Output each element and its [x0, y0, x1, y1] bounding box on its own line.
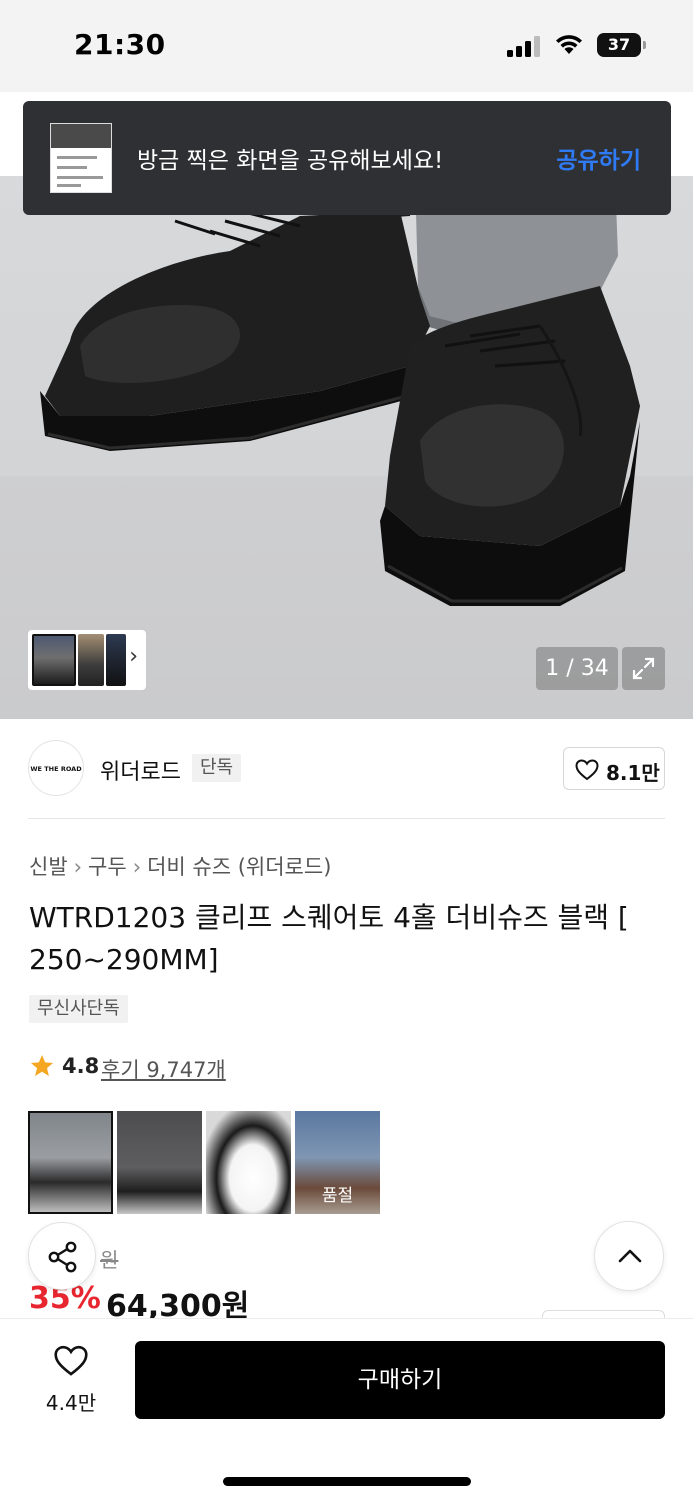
wifi-icon [556, 35, 582, 54]
gallery-thumbnail-strip[interactable]: › [28, 630, 146, 690]
heart-icon [575, 759, 599, 781]
wishlist-count: 4.4만 [45, 1391, 97, 1415]
scroll-top-button[interactable] [594, 1221, 664, 1291]
screenshot-share-toast: 방금 찍은 화면을 공유해보세요! 공유하기 [23, 101, 671, 215]
share-icon [48, 1241, 77, 1273]
rating-score: 4.8 [62, 1054, 100, 1078]
toast-share-button[interactable]: 공유하기 [556, 141, 641, 175]
mini-thumb-1[interactable] [32, 634, 76, 686]
color-option-4[interactable]: 품절 [295, 1111, 380, 1214]
status-time: 21:30 [74, 28, 166, 61]
chevron-right-icon: › [73, 855, 83, 879]
breadcrumb-item-shoes[interactable]: 신발 [29, 855, 68, 879]
bottom-action-bar: 4.4만 구매하기 [0, 1318, 693, 1500]
divider [28, 818, 665, 819]
toast-message: 방금 찍은 화면을 공유해보세요! [137, 148, 444, 174]
brand-exclusive-badge: 단독 [192, 754, 242, 782]
screenshot-thumbnail[interactable] [50, 123, 112, 193]
soldout-label: 품절 [321, 1186, 354, 1206]
chevron-right-icon[interactable]: › [129, 644, 138, 669]
buy-button[interactable]: 구매하기 [135, 1341, 665, 1419]
status-bar: 21:30 37 [0, 0, 693, 92]
brand-like-button[interactable]: 8.1만 [563, 747, 665, 790]
color-option-2[interactable] [117, 1111, 202, 1214]
chevron-up-icon [618, 1249, 642, 1263]
star-icon [30, 1054, 54, 1076]
home-indicator [223, 1477, 471, 1486]
heart-icon [54, 1345, 88, 1376]
expand-icon [632, 657, 655, 680]
product-title: WTRD1203 클리프 스퀘어토 4홀 더비슈즈 블랙 [ 250~290MM… [29, 901, 629, 976]
reviews-link[interactable]: 후기 9,747개 [101, 1054, 226, 1084]
color-option-3[interactable] [206, 1111, 291, 1214]
share-button[interactable] [28, 1222, 96, 1290]
battery-icon: 37 [597, 33, 641, 57]
breadcrumb: 신발 › 구두 › 더비 슈즈 (위더로드) [29, 851, 331, 881]
original-price: 원 [100, 1248, 119, 1272]
mini-thumb-3[interactable] [106, 634, 126, 686]
brand-logo[interactable]: WE THE ROAD [28, 740, 84, 796]
breadcrumb-item-derby[interactable]: 더비 슈즈 (위더로드) [147, 855, 331, 879]
color-option-1[interactable] [28, 1111, 113, 1214]
brand-like-count: 8.1만 [606, 761, 660, 785]
image-counter: 1 / 34 [536, 647, 618, 690]
signal-icon [507, 35, 543, 57]
battery-cap [643, 41, 646, 49]
wishlist-button[interactable]: 4.4만 [40, 1345, 102, 1415]
musinsa-exclusive-badge: 무신사단독 [29, 995, 128, 1023]
expand-image-button[interactable] [622, 647, 665, 690]
breadcrumb-item-dress-shoes[interactable]: 구두 [88, 855, 127, 879]
chevron-right-icon: › [132, 855, 142, 879]
brand-name[interactable]: 위더로드 [100, 754, 181, 786]
mini-thumb-2[interactable] [78, 634, 104, 686]
